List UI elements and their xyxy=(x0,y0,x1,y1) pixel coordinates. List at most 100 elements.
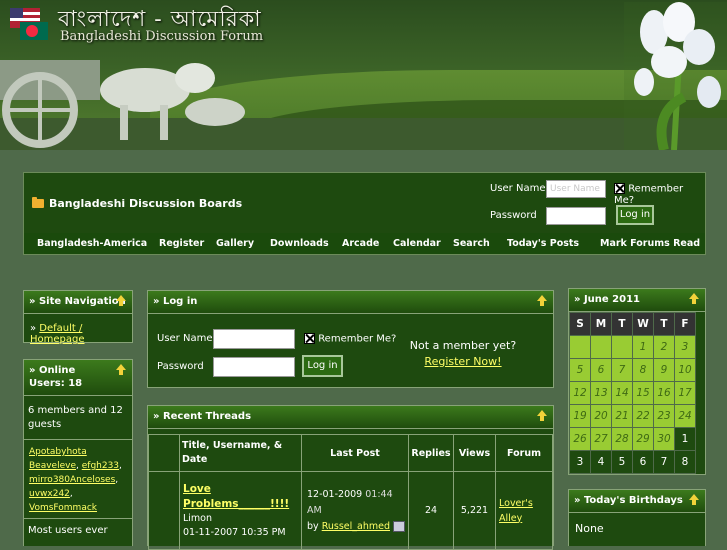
calendar-day-heading: S xyxy=(569,312,591,336)
register-now-link[interactable]: Register Now! xyxy=(424,355,501,368)
calendar-day[interactable] xyxy=(611,335,633,359)
login-username-input[interactable] xyxy=(213,329,295,349)
site-header: বাংলাদেশ - আমেরিকা Bangladeshi Discussio… xyxy=(0,0,727,150)
calendar-day[interactable] xyxy=(590,335,612,359)
recent-threads-table: Title, Username, & Date Last Post Replie… xyxy=(148,434,553,550)
calendar-day[interactable]: 17 xyxy=(674,381,696,405)
calendar-day-heading: W xyxy=(632,312,654,336)
thread-author: Limon xyxy=(183,512,213,524)
remember-me-checkbox[interactable]: Remember Me? xyxy=(614,183,705,206)
nav-mark-forums-read[interactable]: Mark Forums Read xyxy=(600,238,700,249)
calendar-day[interactable] xyxy=(569,335,591,359)
login-remember-checkbox[interactable]: Remember Me? xyxy=(304,333,396,345)
collapse-up-icon[interactable] xyxy=(116,295,126,307)
calendar-day[interactable]: 3 xyxy=(674,335,696,359)
nav-downloads[interactable]: Downloads xyxy=(270,238,329,249)
default-homepage-link[interactable]: Default / Homepage xyxy=(30,323,85,345)
calendar-day[interactable]: 8 xyxy=(674,450,696,474)
online-user-link[interactable]: Beaveleve xyxy=(29,461,76,471)
table-header-views: Views xyxy=(453,434,496,472)
calendar-day[interactable]: 20 xyxy=(590,404,612,428)
recent-threads-panel: » Recent Threads Title, Username, & Date… xyxy=(147,405,554,550)
birthdays-body: None xyxy=(575,522,604,535)
login-username-label: User Name xyxy=(157,333,213,344)
collapse-up-icon[interactable] xyxy=(689,293,699,305)
last-post-user-link[interactable]: Russel_ahmed xyxy=(322,521,390,532)
water-hyacinth-image xyxy=(624,2,727,150)
breadcrumb[interactable]: Bangladeshi Discussion Boards xyxy=(32,197,242,210)
collapse-up-icon[interactable] xyxy=(689,494,699,506)
nav-calendar[interactable]: Calendar xyxy=(393,238,441,249)
calendar-day[interactable]: 12 xyxy=(569,381,591,405)
online-user-link[interactable]: efgh233 xyxy=(82,461,119,471)
thread-date: 01-11-2007 10:35 PM xyxy=(183,526,286,538)
thread-title-link[interactable]: Love Problems______!!!! xyxy=(183,483,289,510)
calendar-grid: S M T W T F 1 2 3 5 6 7 8 9 10 12 13 14 15 16 17 19 20 21 22 23 24… xyxy=(569,312,696,474)
flag-logo-icon xyxy=(10,8,48,40)
calendar-day[interactable]: 15 xyxy=(632,381,654,405)
recent-threads-header: » Recent Threads xyxy=(148,406,553,429)
calendar-day[interactable]: 4 xyxy=(590,450,612,474)
login-panel-button[interactable]: Log in xyxy=(302,355,343,377)
calendar-day[interactable]: 8 xyxy=(632,358,654,382)
online-users-header: » Online Users: 18 xyxy=(24,360,132,396)
username-input[interactable]: User Name xyxy=(546,180,606,198)
calendar-day[interactable]: 10 xyxy=(674,358,696,382)
last-post-cell: 12-01-2009 01:44 AM by Russel_ahmed xyxy=(301,471,409,550)
table-header-title: Title, Username, & Date xyxy=(179,434,302,472)
calendar-day[interactable]: 16 xyxy=(653,381,675,405)
nav-bangladesh-america[interactable]: Bangladesh-America xyxy=(37,238,147,249)
calendar-day[interactable]: 1 xyxy=(632,335,654,359)
calendar-day[interactable]: 3 xyxy=(569,450,591,474)
nav-todays-posts[interactable]: Today's Posts xyxy=(507,238,579,249)
register-prompt: Not a member yet? Register Now! xyxy=(409,339,517,368)
login-password-input[interactable] xyxy=(213,357,295,377)
calendar-day[interactable]: 28 xyxy=(611,427,633,451)
calendar-day[interactable]: 26 xyxy=(569,427,591,451)
folder-icon xyxy=(32,197,44,208)
calendar-day[interactable]: 9 xyxy=(653,358,675,382)
login-button[interactable]: Log in xyxy=(616,205,654,225)
online-user-link[interactable]: uvwx242 xyxy=(29,489,70,499)
calendar-day[interactable]: 5 xyxy=(611,450,633,474)
calendar-day[interactable]: 6 xyxy=(632,450,654,474)
collapse-up-icon[interactable] xyxy=(537,295,547,307)
calendar-day[interactable]: 5 xyxy=(569,358,591,382)
calendar-day[interactable]: 29 xyxy=(632,427,654,451)
password-input[interactable] xyxy=(546,207,606,225)
calendar-day[interactable]: 14 xyxy=(611,381,633,405)
calendar-day[interactable]: 6 xyxy=(590,358,612,382)
calendar-day[interactable]: 23 xyxy=(653,404,675,428)
calendar-day[interactable]: 2 xyxy=(653,335,675,359)
checkbox-checked-icon xyxy=(304,333,315,344)
calendar-day[interactable]: 22 xyxy=(632,404,654,428)
nav-arcade[interactable]: Arcade xyxy=(342,238,379,249)
thread-status-cell xyxy=(148,471,180,550)
online-user-link[interactable]: VomsFommack xyxy=(29,503,97,513)
nav-register[interactable]: Register xyxy=(159,238,204,249)
calendar-day[interactable]: 24 xyxy=(674,404,696,428)
password-label: Password xyxy=(490,210,537,221)
nav-gallery[interactable]: Gallery xyxy=(216,238,254,249)
nav-search[interactable]: Search xyxy=(453,238,490,249)
collapse-up-icon[interactable] xyxy=(537,410,547,422)
calendar-day[interactable]: 27 xyxy=(590,427,612,451)
ox-cart-statue-image xyxy=(0,60,245,148)
collapse-up-icon[interactable] xyxy=(116,364,126,376)
calendar-day[interactable]: 19 xyxy=(569,404,591,428)
calendar-day[interactable]: 7 xyxy=(611,358,633,382)
go-to-last-post-icon[interactable] xyxy=(393,520,406,532)
calendar-day[interactable]: 30 xyxy=(653,427,675,451)
site-title-english: Bangladeshi Discussion Forum xyxy=(60,29,264,44)
online-users-summary: 6 members and 12 guests xyxy=(28,405,123,430)
views-cell: 5,221 xyxy=(453,471,496,550)
checkbox-checked-icon xyxy=(614,183,625,194)
calendar-day[interactable]: 7 xyxy=(653,450,675,474)
calendar-day[interactable]: 21 xyxy=(611,404,633,428)
calendar-day[interactable]: 1 xyxy=(674,427,696,451)
online-user-link[interactable]: Apotabyhota xyxy=(29,447,87,457)
birthdays-panel: » Today's Birthdays None xyxy=(568,489,706,546)
calendar-day[interactable]: 13 xyxy=(590,381,612,405)
forum-link[interactable]: Lover's Alley xyxy=(499,498,533,524)
online-user-link[interactable]: mirro380Anceloses xyxy=(29,475,115,485)
